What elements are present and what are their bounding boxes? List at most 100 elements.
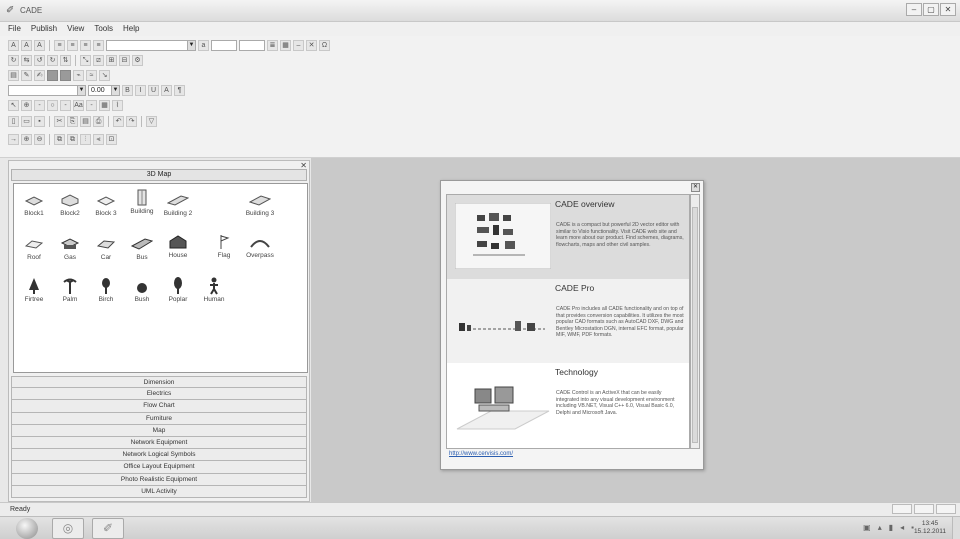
rotate-right-icon[interactable]: ↻	[47, 54, 58, 66]
shape-block3[interactable]: Block 3	[88, 192, 124, 217]
section-overview[interactable]: CADE overview CADE is a compact but powe…	[447, 195, 689, 279]
save-icon[interactable]: ▪	[34, 115, 45, 127]
text-insert-icon[interactable]: Aa	[73, 99, 84, 111]
section-technology[interactable]: Technology CADE Control is an ActiveX th…	[447, 363, 689, 447]
grid-icon[interactable]: ▦	[280, 39, 291, 51]
shape-bus[interactable]: Bus	[124, 236, 160, 261]
italic-icon[interactable]: I	[135, 84, 146, 96]
text-color-icon[interactable]: A	[161, 84, 172, 96]
bring-front-icon[interactable]: ⧉	[54, 133, 65, 145]
flip-icon[interactable]: ⇆	[21, 54, 32, 66]
zoom-icon[interactable]: ⊕	[21, 99, 32, 111]
shape-roof[interactable]: Roof	[16, 236, 52, 261]
font-size-up-icon[interactable]: a	[198, 39, 209, 51]
list-icon[interactable]: ≣	[267, 39, 278, 51]
category-office-layout-equipment[interactable]: Office Layout Equipment	[11, 461, 307, 474]
text-tool-icon[interactable]: A	[8, 39, 19, 51]
brush-icon[interactable]: ✍	[34, 69, 45, 81]
ungroup-icon[interactable]: ⊟	[119, 54, 130, 66]
scrollbar-thumb[interactable]	[692, 207, 698, 443]
group-icon[interactable]: ⊞	[106, 54, 117, 66]
arrow-style-icon[interactable]: ↘	[99, 69, 110, 81]
justify-icon[interactable]: ≡	[93, 39, 104, 51]
rotate-left-icon[interactable]: ↺	[34, 54, 45, 66]
align-icon[interactable]: ⫶	[80, 133, 91, 145]
open-file-icon[interactable]: ▭	[21, 115, 32, 127]
paste-icon[interactable]: ▤	[80, 115, 91, 127]
shape-gas[interactable]: Gas	[52, 236, 88, 261]
menu-view[interactable]: View	[67, 22, 84, 36]
align-left-icon[interactable]: ≡	[54, 39, 65, 51]
line-style-icon[interactable]: ≈	[86, 69, 97, 81]
font-name-combo[interactable]: ▼	[106, 39, 196, 51]
dialog-scrollbar[interactable]	[690, 194, 700, 449]
category-electrics[interactable]: Electrics	[11, 388, 307, 401]
shape-car[interactable]: Car	[88, 236, 124, 261]
shape-human[interactable]: Human	[196, 277, 232, 303]
category-photo-realistic-equipment[interactable]: Photo Realistic Equipment	[11, 473, 307, 486]
size-field-1[interactable]	[211, 39, 237, 51]
shape-palm[interactable]: Palm	[52, 278, 88, 303]
taskbar-browser-button[interactable]: ◎	[52, 518, 84, 539]
properties-icon[interactable]: ⚙	[132, 54, 143, 66]
filter-icon[interactable]: ▽	[146, 115, 157, 127]
font-family-combo[interactable]: ▼	[8, 84, 86, 96]
shape-firtree[interactable]: Firtree	[16, 277, 52, 303]
taskbar-cade-button[interactable]: ✐	[92, 518, 124, 539]
delete-icon[interactable]: ✕	[306, 39, 317, 51]
menu-file[interactable]: File	[8, 22, 21, 36]
skew-icon[interactable]: ⧄	[93, 54, 104, 66]
shape-poplar[interactable]: Poplar	[160, 276, 196, 303]
text-format-icon[interactable]: ¶	[174, 84, 185, 96]
shape-building-2[interactable]: Building 2	[160, 192, 196, 217]
size-field-2[interactable]	[239, 39, 265, 51]
align-right-icon[interactable]: ≡	[80, 39, 91, 51]
font-size-combo[interactable]: 0.00 ▼	[88, 84, 120, 96]
underline-icon[interactable]: U	[148, 84, 159, 96]
menu-tools[interactable]: Tools	[94, 22, 113, 36]
layers-icon[interactable]: ▤	[8, 69, 19, 81]
bold-icon[interactable]: B	[122, 84, 133, 96]
dash-icon-2[interactable]: -	[60, 99, 71, 111]
menu-help[interactable]: Help	[123, 22, 139, 36]
rotate-icon[interactable]: ↻	[8, 54, 19, 66]
mirror-icon[interactable]: ⇅	[60, 54, 71, 66]
pen-icon[interactable]: ✎	[21, 69, 32, 81]
undo-icon[interactable]: ↶	[113, 115, 124, 127]
network-icon[interactable]: ▮	[889, 523, 893, 532]
arrow-right-icon[interactable]: →	[8, 133, 19, 145]
print-icon[interactable]: ⎙	[93, 115, 104, 127]
shape-block1[interactable]: Block1	[16, 192, 52, 217]
shape-overpass[interactable]: Overpass	[242, 234, 278, 259]
tray-icon[interactable]: ▴	[878, 523, 882, 532]
maximize-button[interactable]: ▢	[923, 3, 939, 16]
menu-publish[interactable]: Publish	[31, 22, 57, 36]
fill-icon[interactable]	[47, 69, 58, 81]
text-path-icon[interactable]: A	[21, 39, 32, 51]
special-char-icon[interactable]: Ω	[319, 39, 330, 51]
minus-icon[interactable]: –	[293, 39, 304, 51]
dash-icon-3[interactable]: -	[86, 99, 97, 111]
distribute-icon[interactable]: ⫷	[93, 133, 104, 145]
shape-flag[interactable]: Flag	[206, 234, 242, 259]
category-dimension[interactable]: Dimension	[11, 376, 307, 389]
send-back-icon[interactable]: ⧉	[67, 133, 78, 145]
text-box-icon[interactable]: A	[34, 39, 45, 51]
shape-building[interactable]: Building	[124, 189, 160, 215]
taskbar-clock[interactable]: 13:45 15.12.2011	[914, 520, 946, 536]
shape-building-3[interactable]: Building 3	[242, 192, 278, 217]
scale-icon[interactable]: ⤡	[80, 54, 91, 66]
new-file-icon[interactable]: ▯	[8, 115, 19, 127]
volume-icon[interactable]: ◂	[900, 523, 904, 532]
tray-icon[interactable]: ▣	[863, 523, 871, 532]
category-map[interactable]: Map	[11, 424, 307, 437]
category-flow-chart[interactable]: Flow Chart	[11, 400, 307, 413]
cut-icon[interactable]: ✂	[54, 115, 65, 127]
lock-icon[interactable]: ⊡	[106, 133, 117, 145]
connector-icon[interactable]: ⌇	[112, 99, 123, 111]
shape-bush[interactable]: Bush	[124, 278, 160, 303]
shape-block2[interactable]: Block2	[52, 192, 88, 217]
panel-header-3d-map[interactable]: 3D Map	[11, 169, 307, 181]
copy-icon[interactable]: ⎘	[67, 115, 78, 127]
ellipse-icon[interactable]: ○	[47, 99, 58, 111]
